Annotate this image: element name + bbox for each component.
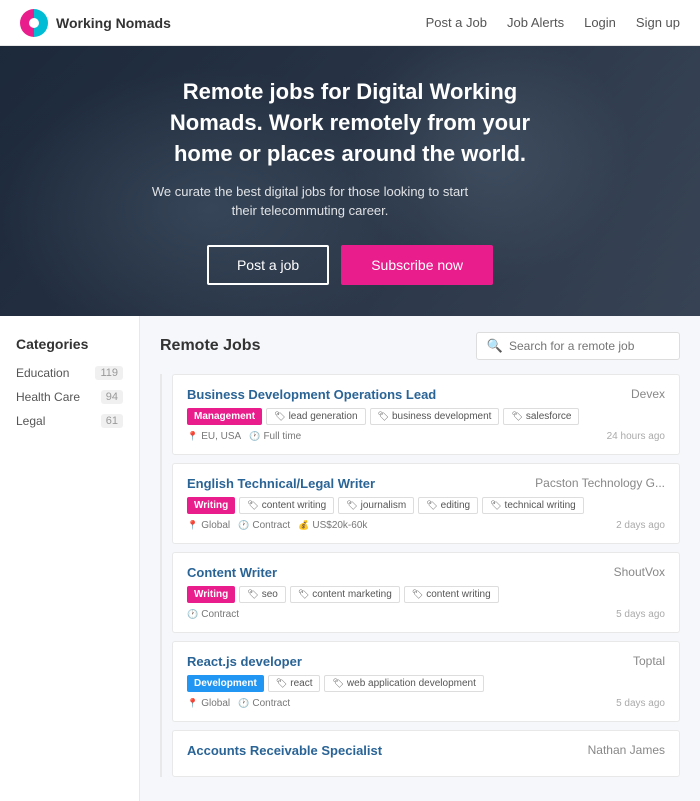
tag-keyword: business development: [370, 408, 500, 425]
navbar: Working Nomads Post a Job Job Alerts Log…: [0, 0, 700, 46]
sidebar-item-education[interactable]: Education 119: [16, 366, 123, 380]
job-meta: Contract 5 days ago: [187, 609, 665, 620]
job-title[interactable]: Business Development Operations Lead: [187, 387, 436, 402]
job-card-header: Accounts Receivable Specialist Nathan Ja…: [187, 743, 665, 758]
job-meta: EU, USA Full time 24 hours ago: [187, 431, 665, 442]
tag-keyword: content writing: [404, 586, 499, 603]
nav-login[interactable]: Login: [584, 15, 616, 30]
brand-icon-inner: [29, 18, 39, 28]
tag-category: Management: [187, 408, 262, 425]
job-title[interactable]: English Technical/Legal Writer: [187, 476, 375, 491]
hero-subtext: We curate the best digital jobs for thos…: [140, 182, 480, 221]
meta-salary: US$20k-60k: [298, 520, 367, 531]
job-meta: Global Contract 5 days ago: [187, 698, 665, 709]
tag-keyword: content writing: [239, 497, 334, 514]
jobs-header: Remote Jobs 🔍: [160, 332, 680, 360]
hero-section: Remote jobs for Digital Working Nomads. …: [0, 46, 700, 316]
job-meta-left: Global Contract US$20k-60k: [187, 520, 367, 531]
sidebar-item-label: Legal: [16, 414, 45, 428]
jobs-area: Remote Jobs 🔍 Business Development Opera…: [140, 316, 700, 801]
nav-post-job[interactable]: Post a Job: [426, 15, 487, 30]
sidebar: Categories Education 119 Health Care 94 …: [0, 316, 140, 801]
tag-keyword: journalism: [338, 497, 414, 514]
job-card-header: English Technical/Legal Writer Pacston T…: [187, 476, 665, 491]
tag-keyword: lead generation: [266, 408, 365, 425]
job-meta: Global Contract US$20k-60k 2 days ago: [187, 520, 665, 531]
sidebar-item-label: Education: [16, 366, 69, 380]
hero-buttons: Post a job Subscribe now: [140, 245, 560, 285]
search-input[interactable]: [509, 339, 669, 353]
brand-name: Working Nomads: [56, 15, 171, 31]
job-time: 2 days ago: [616, 520, 665, 531]
navbar-links: Post a Job Job Alerts Login Sign up: [426, 15, 680, 30]
job-tags: Managementlead generation business develo…: [187, 408, 665, 425]
tag-keyword: technical writing: [482, 497, 584, 514]
meta-type: Full time: [249, 431, 301, 442]
job-title[interactable]: Content Writer: [187, 565, 277, 580]
job-card: React.js developer Toptal Developmentrea…: [172, 641, 680, 722]
sidebar-item-count: 61: [101, 414, 123, 428]
search-icon: 🔍: [487, 338, 503, 354]
meta-location: EU, USA: [187, 431, 241, 442]
brand: Working Nomads: [20, 9, 426, 37]
job-title[interactable]: React.js developer: [187, 654, 302, 669]
job-card-header: React.js developer Toptal: [187, 654, 665, 669]
sidebar-item-count: 119: [95, 366, 123, 380]
nav-job-alerts[interactable]: Job Alerts: [507, 15, 564, 30]
meta-location: Global: [187, 698, 230, 709]
main-layout: Categories Education 119 Health Care 94 …: [0, 316, 700, 801]
job-company: ShoutVox: [614, 565, 665, 579]
job-meta-left: EU, USA Full time: [187, 431, 301, 442]
job-time: 24 hours ago: [607, 431, 665, 442]
job-title[interactable]: Accounts Receivable Specialist: [187, 743, 382, 758]
job-company: Nathan James: [588, 743, 665, 757]
job-time: 5 days ago: [616, 609, 665, 620]
tag-keyword: seo: [239, 586, 286, 603]
hero-content: Remote jobs for Digital Working Nomads. …: [140, 77, 560, 284]
job-meta-left: Global Contract: [187, 698, 290, 709]
hero-headline: Remote jobs for Digital Working Nomads. …: [140, 77, 560, 169]
job-tags: Writingseocontent marketingcontent writi…: [187, 586, 665, 603]
meta-type: Contract: [187, 609, 239, 620]
meta-type: Contract: [238, 520, 290, 531]
job-card: Business Development Operations Lead Dev…: [172, 374, 680, 455]
tag-keyword: react: [268, 675, 321, 692]
tag-category: Writing: [187, 497, 235, 514]
tag-keyword: salesforce: [503, 408, 579, 425]
jobs-list: Business Development Operations Lead Dev…: [160, 374, 680, 777]
job-company: Toptal: [633, 654, 665, 668]
job-card-header: Business Development Operations Lead Dev…: [187, 387, 665, 402]
job-card-header: Content Writer ShoutVox: [187, 565, 665, 580]
tag-category: Writing: [187, 586, 235, 603]
job-card: Accounts Receivable Specialist Nathan Ja…: [172, 730, 680, 777]
job-company: Pacston Technology G...: [535, 476, 665, 490]
tag-keyword: editing: [418, 497, 478, 514]
job-meta-left: Contract: [187, 609, 239, 620]
job-tags: Developmentreactweb application developm…: [187, 675, 665, 692]
tag-keyword: content marketing: [290, 586, 400, 603]
subscribe-button[interactable]: Subscribe now: [341, 245, 493, 285]
job-card: English Technical/Legal Writer Pacston T…: [172, 463, 680, 544]
sidebar-title: Categories: [16, 336, 123, 352]
meta-location: Global: [187, 520, 230, 531]
sidebar-item-healthcare[interactable]: Health Care 94: [16, 390, 123, 404]
sidebar-item-count: 94: [101, 390, 123, 404]
tag-category: Development: [187, 675, 264, 692]
job-card: Content Writer ShoutVox Writingseoconten…: [172, 552, 680, 633]
job-time: 5 days ago: [616, 698, 665, 709]
sidebar-item-label: Health Care: [16, 390, 80, 404]
post-job-button[interactable]: Post a job: [207, 245, 329, 285]
tag-keyword: web application development: [324, 675, 483, 692]
jobs-title: Remote Jobs: [160, 337, 260, 355]
nav-signup[interactable]: Sign up: [636, 15, 680, 30]
meta-type: Contract: [238, 698, 290, 709]
job-company: Devex: [631, 387, 665, 401]
brand-icon: [20, 9, 48, 37]
sidebar-item-legal[interactable]: Legal 61: [16, 414, 123, 428]
job-tags: Writingcontent writingjournalismeditingt…: [187, 497, 665, 514]
search-box[interactable]: 🔍: [476, 332, 680, 360]
